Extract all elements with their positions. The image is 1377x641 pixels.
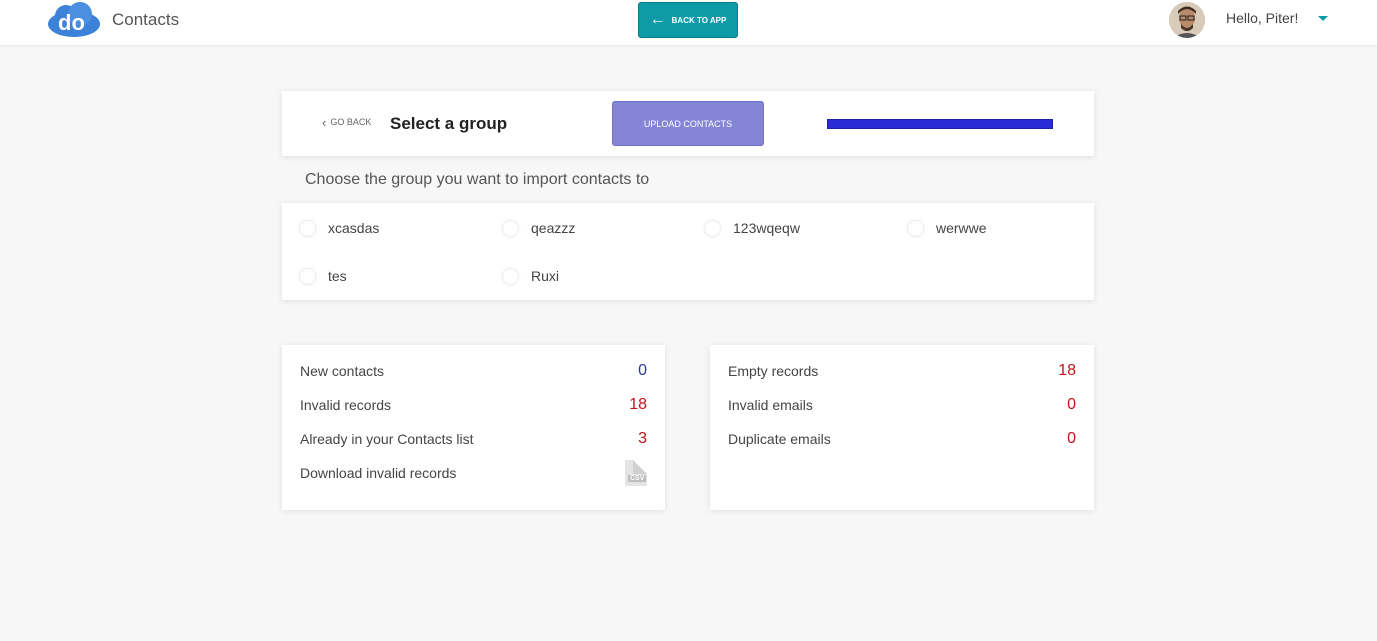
csv-file-icon[interactable]: CSV: [625, 460, 647, 486]
stat-value: 0: [1067, 396, 1076, 413]
caret-down-icon[interactable]: [1318, 16, 1328, 21]
csv-icon-text: CSV: [628, 475, 647, 482]
arrow-left-icon: ←: [649, 11, 666, 28]
stat-value: 0: [1067, 430, 1076, 447]
group-prompt: Choose the group you want to import cont…: [305, 171, 650, 188]
stat-label: Invalid records: [300, 397, 392, 413]
user-avatar-icon: [1169, 2, 1205, 38]
upload-progress-fill: [827, 119, 1053, 129]
stat-row: Invalid emails 0: [728, 395, 1076, 415]
stat-row: Already in your Contacts list 3: [300, 429, 647, 449]
group-label: 123wqeqw: [733, 220, 800, 236]
group-label: tes: [328, 268, 347, 284]
import-header-card: ‹ GO BACK Select a group UPLOAD CONTACTS: [282, 91, 1094, 156]
go-back-link[interactable]: ‹ GO BACK: [322, 114, 372, 130]
download-invalid-label[interactable]: Download invalid records: [300, 465, 456, 481]
app-title: Contacts: [112, 10, 180, 29]
go-back-label: GO BACK: [330, 117, 372, 127]
user-greeting[interactable]: Hello, Piter!: [1226, 10, 1298, 26]
group-label: Ruxi: [531, 268, 560, 284]
download-invalid-row: Download invalid records CSV: [300, 460, 647, 486]
stat-value: 18: [1058, 362, 1076, 379]
stat-label: New contacts: [300, 363, 385, 379]
radio-button[interactable]: [300, 268, 315, 284]
chevron-left-icon: ‹: [322, 114, 327, 130]
radio-button[interactable]: [503, 220, 518, 236]
stat-value: 0: [638, 362, 647, 379]
stat-row: Duplicate emails 0: [728, 429, 1076, 449]
top-bar: do Contacts ← BACK TO APP Hello, Piter!: [0, 0, 1377, 45]
stat-row: Empty records 18: [728, 361, 1076, 381]
stat-label: Invalid emails: [728, 397, 813, 413]
page-title: Select a group: [390, 114, 508, 133]
stat-label: Empty records: [728, 363, 819, 379]
group-label: qeazzz: [531, 220, 576, 236]
import-stats-right: Empty records 18 Invalid emails 0 Duplic…: [710, 345, 1094, 510]
svg-text:do: do: [58, 10, 85, 35]
radio-button[interactable]: [503, 268, 518, 284]
stat-label: Already in your Contacts list: [300, 431, 474, 447]
stat-row: Invalid records 18: [300, 395, 647, 415]
group-option[interactable]: Ruxi: [503, 268, 559, 284]
group-option[interactable]: xcasdas: [300, 220, 379, 236]
stat-value: 18: [629, 396, 647, 413]
group-option[interactable]: werwwe: [908, 220, 987, 236]
group-label: werwwe: [936, 220, 987, 236]
upload-progress-bar: [827, 119, 1053, 129]
stat-label: Duplicate emails: [728, 431, 831, 447]
stat-value: 3: [638, 430, 647, 447]
group-list-card: xcasdas qeazzz 123wqeqw werwwe tes Ruxi: [282, 203, 1094, 300]
back-to-app-label: BACK TO APP: [671, 15, 727, 25]
back-to-app-button[interactable]: ← BACK TO APP: [638, 2, 738, 38]
group-option[interactable]: qeazzz: [503, 220, 575, 236]
avatar[interactable]: [1169, 2, 1205, 38]
stat-row: New contacts 0: [300, 361, 647, 381]
radio-button[interactable]: [705, 220, 720, 236]
radio-button[interactable]: [300, 220, 315, 236]
group-option[interactable]: 123wqeqw: [705, 220, 800, 236]
radio-button[interactable]: [908, 220, 923, 236]
group-label: xcasdas: [328, 220, 380, 236]
do-logo[interactable]: do: [46, 2, 102, 38]
import-stats-left: New contacts 0 Invalid records 18 Alread…: [282, 345, 665, 510]
upload-contacts-button[interactable]: UPLOAD CONTACTS: [612, 101, 764, 146]
group-option[interactable]: tes: [300, 268, 347, 284]
